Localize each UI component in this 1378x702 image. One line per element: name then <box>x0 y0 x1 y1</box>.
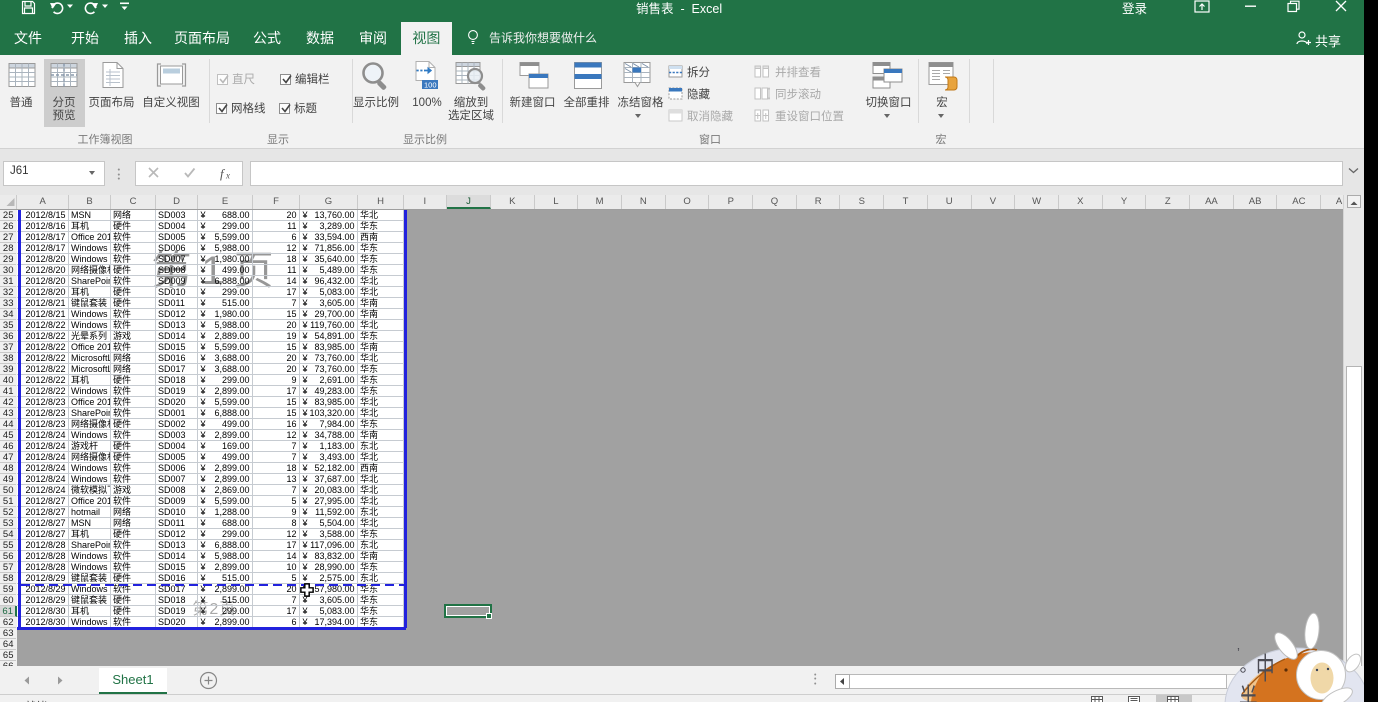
svg-text:x: x <box>225 171 230 181</box>
svg-text:中: 中 <box>1256 653 1275 687</box>
svg-text:’: ’ <box>1237 645 1240 660</box>
svg-text:100: 100 <box>424 81 437 90</box>
svg-text:半: 半 <box>1239 684 1258 702</box>
